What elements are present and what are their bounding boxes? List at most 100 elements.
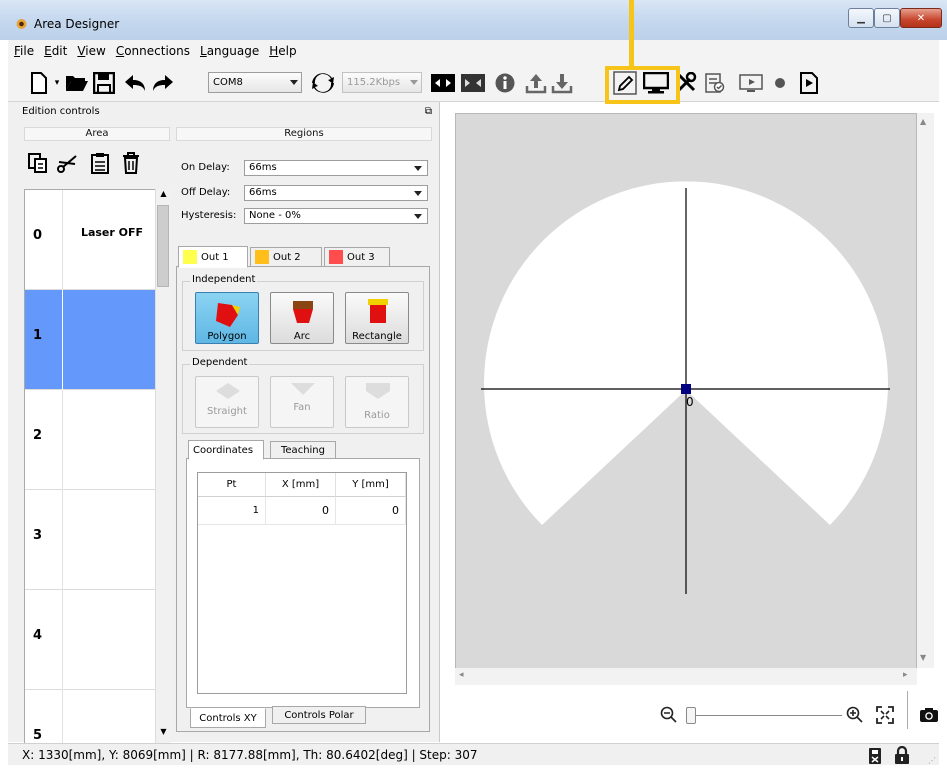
design-canvas[interactable]: 0 (455, 113, 917, 683)
hysteresis-value: None - 0% (249, 210, 301, 221)
rectangle-button[interactable]: Rectangle (345, 292, 409, 344)
column-header-pt[interactable]: Pt (198, 473, 266, 497)
area-list-scrollbar[interactable]: ▲ ▼ (155, 189, 170, 745)
zoom-out-icon[interactable] (660, 706, 678, 724)
row-divider (62, 690, 63, 744)
straight-button[interactable]: Straight (195, 376, 259, 428)
menu-help[interactable]: Help (269, 44, 296, 58)
tab-out-2[interactable]: Out 2 (250, 247, 322, 267)
column-header-y[interactable]: Y [mm] (336, 473, 406, 497)
cell-y[interactable]: 0 (336, 497, 406, 525)
record-icon[interactable] (770, 70, 790, 96)
tab-coordinates[interactable]: Coordinates (188, 440, 264, 460)
ratio-button[interactable]: Ratio (345, 376, 409, 428)
play-file-icon[interactable] (798, 70, 820, 96)
area-index: 2 (33, 428, 43, 443)
tab-teaching[interactable]: Teaching (270, 441, 336, 459)
off-delay-select[interactable]: 66ms (244, 185, 428, 201)
area-row-5[interactable]: 5 (25, 690, 159, 744)
menu-bar: File Edit View Connections Language Help (8, 40, 939, 62)
tab-out-3[interactable]: Out 3 (324, 247, 390, 267)
maximize-button[interactable]: ▢ (874, 8, 900, 28)
scroll-up-icon[interactable]: ▲ (920, 117, 926, 126)
regions-header: Regions (176, 127, 432, 141)
area-row-4[interactable]: 4 (25, 590, 159, 690)
dependent-label: Dependent (190, 357, 250, 368)
refresh-icon[interactable] (310, 70, 336, 96)
close-button[interactable]: ✕ (900, 8, 942, 28)
tab-out-1[interactable]: Out 1 (178, 246, 248, 268)
polygon-button[interactable]: Polygon (195, 292, 259, 344)
scrollbar-thumb[interactable] (157, 205, 169, 287)
out-1-swatch (183, 250, 197, 264)
title-bar (0, 0, 947, 40)
minimize-button[interactable]: ▁ (848, 8, 874, 28)
undo-icon[interactable] (122, 70, 148, 96)
polygon-icon (216, 303, 240, 327)
download-icon[interactable] (550, 70, 574, 96)
canvas-horizontal-scrollbar[interactable]: ◂ ▸ (455, 668, 917, 685)
zoom-slider-track[interactable] (686, 715, 842, 716)
area-row-0[interactable]: 0 Laser OFF (25, 190, 159, 290)
save-icon[interactable] (92, 70, 116, 96)
menu-edit[interactable]: Edit (44, 44, 67, 58)
ratio-label: Ratio (364, 410, 390, 421)
area-row-1[interactable]: 1 (25, 290, 159, 390)
zoom-in-icon[interactable] (846, 706, 864, 724)
port-select[interactable]: COM8 (208, 72, 302, 93)
connect-icon[interactable] (430, 70, 456, 96)
menu-file[interactable]: File (14, 44, 34, 58)
menu-view[interactable]: View (77, 44, 105, 58)
canvas-vertical-scrollbar[interactable]: ▲ ▼ (917, 113, 934, 668)
arc-button[interactable]: Arc (270, 292, 334, 344)
menu-connections[interactable]: Connections (116, 44, 190, 58)
baud-select[interactable]: 115.2Kbps (342, 72, 422, 93)
fan-button[interactable]: Fan (270, 376, 334, 428)
on-delay-select[interactable]: 66ms (244, 160, 428, 176)
highlight-pointer (629, 0, 634, 66)
zoom-slider-thumb[interactable] (686, 707, 696, 724)
menu-language[interactable]: Language (200, 44, 259, 58)
off-delay-value: 66ms (249, 187, 277, 198)
scroll-right-icon[interactable]: ▸ (903, 670, 908, 680)
info-icon[interactable] (494, 70, 516, 96)
scroll-left-icon[interactable]: ◂ (459, 670, 464, 680)
fit-screen-icon[interactable] (876, 706, 894, 724)
scroll-up-icon[interactable]: ▲ (158, 189, 169, 203)
play-window-icon[interactable] (738, 70, 764, 96)
column-header-x[interactable]: X [mm] (266, 473, 336, 497)
cell-pt[interactable]: 1 (198, 497, 266, 525)
area-name (65, 626, 159, 646)
origin-marker[interactable] (681, 384, 691, 394)
delete-icon[interactable] (121, 152, 141, 174)
paste-icon[interactable] (90, 152, 110, 174)
upload-icon[interactable] (524, 70, 548, 96)
scroll-down-icon[interactable]: ▼ (158, 727, 169, 741)
device-icon[interactable] (868, 747, 882, 765)
copy-icon[interactable] (27, 152, 49, 174)
lock-icon[interactable] (894, 746, 910, 765)
cut-icon[interactable] (56, 152, 78, 174)
camera-icon[interactable] (919, 707, 939, 723)
new-file-dropdown-icon[interactable]: ▾ (52, 70, 62, 96)
new-file-icon[interactable] (28, 70, 50, 96)
cell-x[interactable]: 0 (266, 497, 336, 525)
open-folder-icon[interactable] (64, 70, 90, 96)
minimize-icon: ▁ (857, 12, 865, 24)
hysteresis-select[interactable]: None - 0% (244, 208, 428, 224)
off-delay-label: Off Delay: (181, 187, 231, 198)
close-icon: ✕ (916, 12, 926, 24)
checklist-icon[interactable] (704, 70, 726, 96)
disconnect-icon[interactable] (460, 70, 486, 96)
tab-controls-polar[interactable]: Controls Polar (272, 706, 366, 724)
area-row-3[interactable]: 3 (25, 490, 159, 590)
fan-icon (291, 383, 315, 395)
resize-grip-icon[interactable]: ⋰ (928, 756, 936, 765)
float-icon[interactable]: ⧉ (425, 104, 432, 120)
area-row-2[interactable]: 2 (25, 390, 159, 490)
chevron-down-icon (414, 166, 422, 171)
area-index: 4 (33, 628, 43, 643)
scroll-down-icon[interactable]: ▼ (920, 653, 926, 662)
redo-icon[interactable] (150, 70, 176, 96)
tab-controls-xy[interactable]: Controls XY (190, 708, 266, 728)
